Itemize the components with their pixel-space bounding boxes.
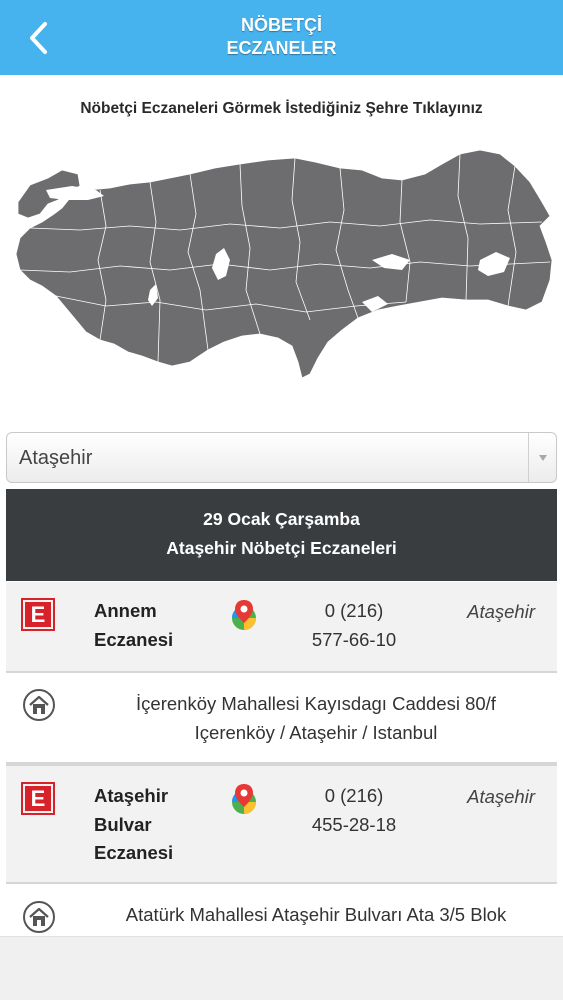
list-subtitle: Ataşehir Nöbetçi Eczaneleri [166,538,397,558]
home-icon [23,901,55,933]
pharmacy-phone[interactable]: 0 (216) 455-28-18 [286,782,422,839]
header-gap [0,75,563,97]
pharmacy-name: Ataşehir Bulvar Eczanesi [94,782,173,868]
bottom-bar [0,936,563,1000]
page-title-line2: ECZANELER [226,38,337,58]
list-date: 29 Ocak Çarşamba [203,509,360,529]
city-select[interactable]: Ataşehir [6,432,557,483]
pharmacy-district: Ataşehir [467,601,535,622]
turkey-map-svg[interactable] [10,130,555,385]
pharmacy-name-line: Eczanesi [94,842,174,863]
pharmacy-address: İçerenköy Mahallesi Kayısdagı Caddesi 80… [96,689,536,747]
map-region-anatolia [15,149,553,379]
address-line: Atatürk Mahallesi Ataşehir Bulvarı Ata 3… [125,904,507,925]
map-pin-icon[interactable] [227,782,261,816]
map-instruction: Nöbetçi Eczaneleri Görmek İstediğiniz Şe… [80,100,483,117]
city-select-dropdown-button[interactable] [528,433,556,482]
home-icon [23,689,55,721]
pharmacy-name: Annem Eczanesi [94,597,173,654]
pharmacy-row[interactable]: E Ataşehir Bulvar Eczanesi 0 (216) 455-2… [6,764,557,884]
page-title-line1: NÖBETÇİ [241,15,322,35]
chevron-down-icon [538,454,547,461]
pharmacy-e-icon: E [21,782,55,815]
page-title: NÖBETÇİ ECZANELER [0,14,563,60]
pharmacy-name-line: Eczanesi [94,628,174,650]
pharmacy-name-line: Annem [94,600,157,621]
pharmacy-name-line: Bulvar [94,813,152,835]
app-header: NÖBETÇİ ECZANELER [0,0,563,75]
pharmacy-phone-line: 577-66-10 [311,628,397,650]
map-pin-icon[interactable] [227,598,261,632]
city-select-value: Ataşehir [19,447,93,469]
pharmacy-list-header: 29 Ocak Çarşamba Ataşehir Nöbetçi Eczane… [6,489,557,581]
pharmacy-address: Atatürk Mahallesi Ataşehir Bulvarı Ata 3… [96,900,536,929]
address-line: İçerenköy Mahallesi Kayısdagı Caddesi 80… [136,693,496,714]
pharmacy-district: Ataşehir [467,786,535,807]
pharmacy-phone-line: 0 (216) [324,600,384,621]
address-row[interactable]: İçerenköy Mahallesi Kayısdagı Caddesi 80… [6,673,557,764]
pharmacy-phone-line: 455-28-18 [311,813,397,835]
pharmacy-phone-line: 0 (216) [324,785,384,806]
pharmacy-e-icon: E [21,598,55,631]
pharmacy-name-line: Ataşehir [94,785,169,806]
turkey-map[interactable] [10,130,555,385]
pharmacy-phone[interactable]: 0 (216) 577-66-10 [286,597,422,654]
pharmacy-row[interactable]: E Annem Eczanesi 0 (216) 577-66-10 Ataşe… [6,582,557,673]
address-line: Içerenköy / Ataşehir / Istanbul [194,722,438,743]
